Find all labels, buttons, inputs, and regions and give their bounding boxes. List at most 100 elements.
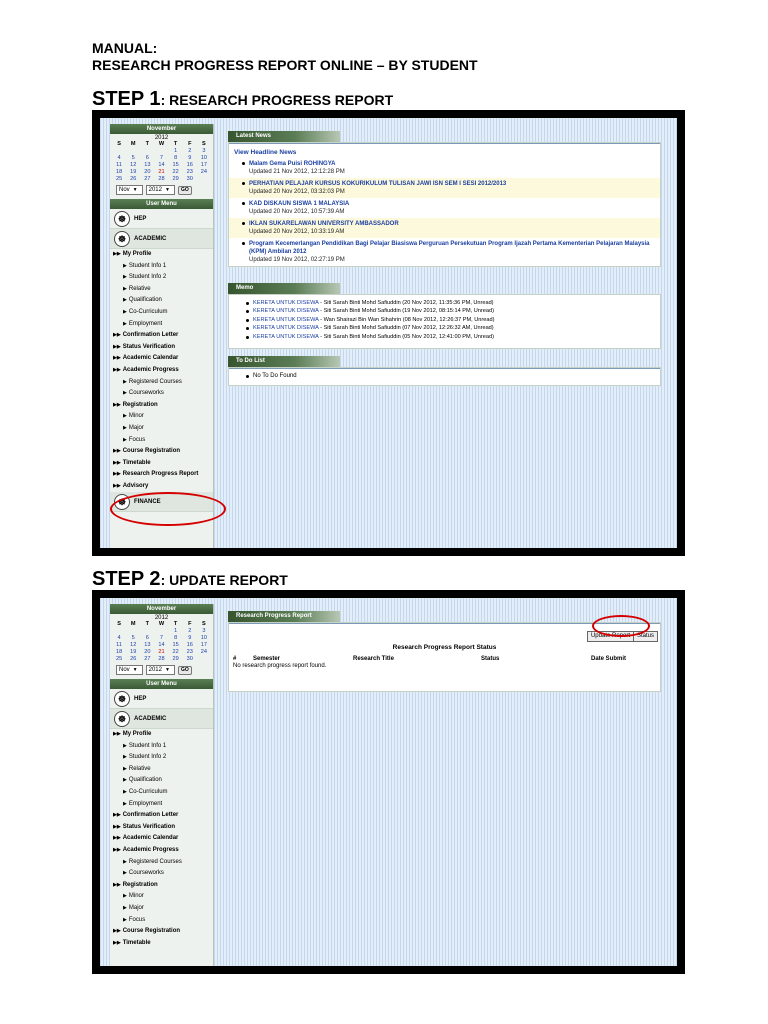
menu-item[interactable]: ▶▶ Academic Calendar: [113, 353, 213, 365]
calendar-day[interactable]: 21: [154, 649, 168, 656]
month-select[interactable]: Nov ▼: [116, 665, 143, 675]
news-item[interactable]: PERHATIAN PELAJAR KURSUS KOKURIKULUM TUL…: [229, 178, 660, 198]
calendar-day[interactable]: 29: [169, 656, 183, 663]
memo-link[interactable]: KERETA UNTUK DISEWA: [253, 325, 319, 331]
calendar-day[interactable]: 12: [126, 162, 140, 169]
calendar-day[interactable]: 2: [183, 628, 197, 635]
menu-item[interactable]: ▶▶ Confirmation Letter: [113, 810, 213, 822]
calendar-day[interactable]: 17: [197, 642, 211, 649]
calendar-day[interactable]: 1: [169, 628, 183, 635]
memo-link[interactable]: KERETA UNTUK DISEWA: [253, 317, 319, 323]
menu-item[interactable]: ▶▶ Advisory: [113, 481, 213, 493]
news-title[interactable]: Program Kecemerlangan Pendidikan Bagi Pe…: [249, 240, 654, 256]
menu-item[interactable]: ▶▶ Registration: [113, 400, 213, 412]
calendar-day[interactable]: 10: [197, 155, 211, 162]
menu-item[interactable]: ▶ Major: [113, 423, 213, 435]
menu-item[interactable]: ▶ Student Info 2: [113, 752, 213, 764]
news-item[interactable]: Malam Gema Puisi ROHINGYA Updated 21 Nov …: [229, 158, 660, 178]
go-button[interactable]: GO: [177, 185, 192, 195]
menu-item[interactable]: ▶ Co-Curriculum: [113, 307, 213, 319]
menu-item[interactable]: ▶ Employment: [113, 799, 213, 811]
menu-item[interactable]: ▶▶ Course Registration: [113, 926, 213, 938]
menu-item[interactable]: ▶▶ Status Verification: [113, 822, 213, 834]
calendar-day[interactable]: 15: [169, 642, 183, 649]
calendar-day[interactable]: 28: [154, 656, 168, 663]
menu-item[interactable]: ▶ Registered Courses: [113, 377, 213, 389]
memo-link[interactable]: KERETA UNTUK DISEWA: [253, 334, 319, 340]
news-item[interactable]: Program Kecemerlangan Pendidikan Bagi Pe…: [229, 238, 660, 266]
calendar-day[interactable]: 4: [112, 635, 126, 642]
latest-news-tab[interactable]: Latest News: [228, 131, 340, 142]
menu-item[interactable]: ▶▶ Timetable: [113, 938, 213, 950]
menu-item[interactable]: ▶ Minor: [113, 411, 213, 423]
memo-link[interactable]: KERETA UNTUK DISEWA: [253, 300, 319, 306]
menu-item[interactable]: ▶ Focus: [113, 435, 213, 447]
hep-section[interactable]: ☸ HEP: [110, 689, 213, 709]
calendar-day[interactable]: 20: [140, 169, 154, 176]
calendar-day[interactable]: 19: [126, 169, 140, 176]
calendar-day[interactable]: 4: [112, 155, 126, 162]
menu-item[interactable]: ▶ Courseworks: [113, 388, 213, 400]
calendar-day[interactable]: 25: [112, 656, 126, 663]
year-select[interactable]: 2012 ▼: [145, 665, 175, 675]
calendar-day[interactable]: 16: [183, 162, 197, 169]
calendar-day[interactable]: 1: [169, 148, 183, 155]
menu-item[interactable]: ▶ Employment: [113, 319, 213, 331]
menu-item[interactable]: ▶ Student Info 2: [113, 272, 213, 284]
calendar-day[interactable]: 20: [140, 649, 154, 656]
calendar-day[interactable]: 6: [140, 155, 154, 162]
menu-item[interactable]: ▶▶ Academic Calendar: [113, 833, 213, 845]
year-select[interactable]: 2012 ▼: [145, 185, 175, 195]
menu-item[interactable]: ▶ Major: [113, 903, 213, 915]
calendar-day[interactable]: 16: [183, 642, 197, 649]
news-title[interactable]: Malam Gema Puisi ROHINGYA: [249, 160, 654, 168]
menu-item[interactable]: ▶ Student Info 1: [113, 741, 213, 753]
calendar-day[interactable]: 7: [154, 635, 168, 642]
todo-tab[interactable]: To Do List: [228, 356, 340, 368]
calendar-day[interactable]: 8: [169, 635, 183, 642]
menu-item[interactable]: ▶▶ Timetable: [113, 458, 213, 470]
calendar-day[interactable]: 14: [154, 162, 168, 169]
calendar-day[interactable]: 27: [140, 176, 154, 183]
menu-item[interactable]: ▶ Relative: [113, 284, 213, 296]
news-title[interactable]: IKLAN SUKARELAWAN UNIVERSITY AMBASSADOR: [249, 220, 654, 228]
calendar-day[interactable]: 3: [197, 148, 211, 155]
calendar-day[interactable]: 18: [112, 649, 126, 656]
memo-tab[interactable]: Memo: [228, 283, 340, 294]
hep-section[interactable]: ☸ HEP: [110, 209, 213, 229]
calendar-day[interactable]: 6: [140, 635, 154, 642]
calendar-day[interactable]: 23: [183, 169, 197, 176]
calendar-day[interactable]: 29: [169, 176, 183, 183]
calendar-day[interactable]: 13: [140, 642, 154, 649]
news-item[interactable]: KAD DISKAUN SISWA 1 MALAYSIA Updated 20 N…: [229, 198, 660, 218]
calendar-day[interactable]: 21: [154, 169, 168, 176]
calendar-day[interactable]: 18: [112, 169, 126, 176]
menu-item[interactable]: ▶▶ Course Registration: [113, 446, 213, 458]
calendar-day[interactable]: 15: [169, 162, 183, 169]
calendar-day[interactable]: 3: [197, 628, 211, 635]
calendar-day[interactable]: 9: [183, 635, 197, 642]
calendar-day[interactable]: 5: [126, 635, 140, 642]
calendar-day[interactable]: 11: [112, 162, 126, 169]
calendar-day[interactable]: 26: [126, 656, 140, 663]
menu-item[interactable]: ▶ Student Info 1: [113, 261, 213, 273]
calendar-day[interactable]: 17: [197, 162, 211, 169]
calendar-day[interactable]: 11: [112, 642, 126, 649]
calendar-day[interactable]: 26: [126, 176, 140, 183]
calendar-day[interactable]: 30: [183, 176, 197, 183]
menu-item[interactable]: ▶▶ Status Verification: [113, 342, 213, 354]
calendar-day[interactable]: 13: [140, 162, 154, 169]
calendar-day[interactable]: 25: [112, 176, 126, 183]
calendar-day[interactable]: 7: [154, 155, 168, 162]
menu-item[interactable]: ▶ Co-Curriculum: [113, 787, 213, 799]
menu-item[interactable]: ▶▶ My Profile: [113, 249, 213, 261]
calendar-day[interactable]: 23: [183, 649, 197, 656]
menu-item[interactable]: ▶▶ Confirmation Letter: [113, 330, 213, 342]
view-headline-news-link[interactable]: View Headline News: [229, 144, 660, 158]
calendar-day[interactable]: 8: [169, 155, 183, 162]
memo-link[interactable]: KERETA UNTUK DISEWA: [253, 308, 319, 314]
calendar-day[interactable]: 24: [197, 649, 211, 656]
news-item[interactable]: IKLAN SUKARELAWAN UNIVERSITY AMBASSADOR U…: [229, 218, 660, 238]
menu-item[interactable]: ▶▶ Registration: [113, 880, 213, 892]
calendar-day[interactable]: 12: [126, 642, 140, 649]
